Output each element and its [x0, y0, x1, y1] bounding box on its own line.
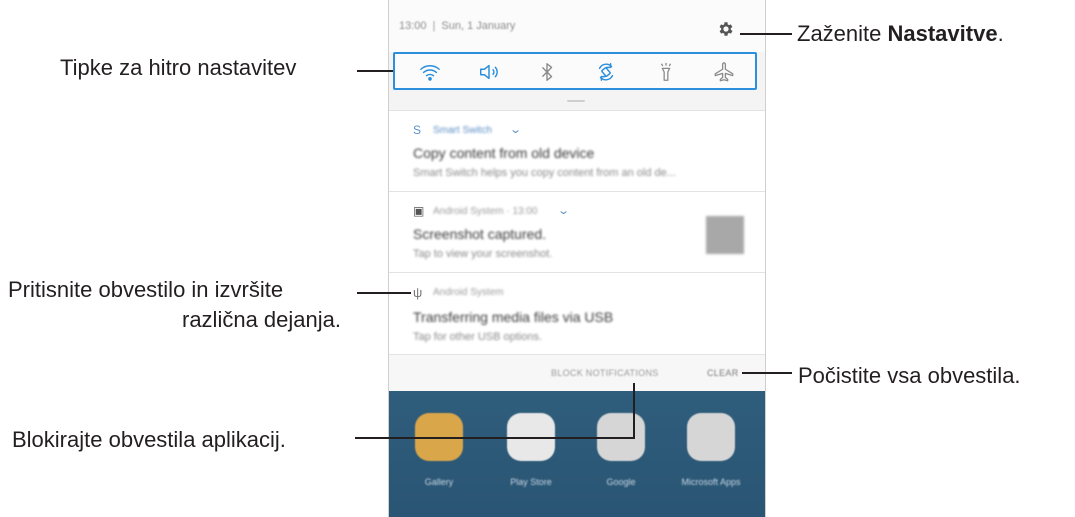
microsoft-apps-folder-icon[interactable]: [687, 413, 735, 461]
status-datetime: 13:00 | Sun, 1 January: [399, 20, 516, 32]
notification-app-name: Android System · 13:00: [433, 206, 538, 217]
callout-tap-notification-line1: Pritisnite obvestilo in izvršite: [8, 277, 284, 302]
notification-screenshot[interactable]: ▣ Android System · 13:00 ⌄ Screenshot ca…: [389, 191, 765, 272]
notification-text: Tap to view your screenshot.: [413, 248, 553, 260]
screenshot-thumbnail: [706, 216, 744, 254]
callout-line-block-app: [355, 437, 635, 439]
callout-quick-settings: Tipke za hitro nastavitev: [60, 55, 297, 80]
app-label: Microsoft Apps: [681, 477, 741, 487]
flashlight-icon[interactable]: [655, 61, 677, 83]
callout-line-settings: [740, 33, 792, 35]
callout-line-block-app-vertical: [633, 383, 635, 439]
airplane-mode-icon[interactable]: [713, 61, 735, 83]
notification-title: Copy content from old device: [413, 145, 595, 161]
sound-icon[interactable]: [478, 61, 500, 83]
settings-gear-icon[interactable]: [717, 20, 735, 38]
home-screen: Gallery Play Store Google Microsoft Apps: [389, 391, 765, 517]
notification-panel: 13:00 | Sun, 1 January S Smart Switch ⌄ C: [389, 0, 765, 517]
notification-title: Transferring media files via USB: [413, 309, 614, 325]
panel-header: 13:00 | Sun, 1 January: [389, 0, 765, 52]
app-label: Google: [606, 477, 636, 487]
callout-text: Zaženite: [797, 21, 888, 46]
status-time: 13:00: [399, 20, 427, 32]
notification-text: Tap for other USB options.: [413, 331, 543, 343]
quick-settings-bar: [393, 52, 757, 90]
auto-rotate-icon[interactable]: [595, 61, 617, 83]
image-icon: ▣: [413, 204, 425, 218]
callout-bold-text: Nastavitve: [887, 21, 998, 46]
app-label: Gallery: [424, 477, 454, 487]
notification-app-name: Android System: [433, 287, 504, 298]
status-date: Sun, 1 January: [441, 20, 516, 32]
callout-text: .: [997, 21, 1004, 46]
callout-block-app: Blokirajte obvestila aplikacij.: [12, 427, 286, 452]
wifi-icon[interactable]: [419, 61, 441, 83]
callout-clear-all: Počistite vsa obvestila.: [798, 363, 1021, 388]
expand-chevron-icon[interactable]: ⌄: [509, 123, 522, 136]
notification-actions: BLOCK NOTIFICATIONS CLEAR: [389, 354, 765, 391]
callout-line-tap-notification: [357, 292, 411, 294]
callout-launch-settings: Zaženite Nastavitve.: [797, 20, 1004, 48]
panel-drag-handle[interactable]: [567, 100, 585, 102]
usb-icon: ψ: [413, 285, 423, 300]
callout-line-clear-all: [742, 372, 792, 374]
smart-switch-icon: S: [413, 123, 422, 137]
notification-text: Smart Switch helps you copy content from…: [413, 167, 676, 179]
notification-usb[interactable]: ψ Android System Transferring media file…: [389, 272, 765, 355]
notification-smart-switch[interactable]: S Smart Switch ⌄ Copy content from old d…: [389, 110, 765, 191]
callout-tap-notification-line2: različna dejanja.: [182, 307, 341, 332]
expand-chevron-icon[interactable]: ⌄: [557, 204, 570, 217]
notification-title: Screenshot captured.: [413, 226, 547, 242]
block-notifications-button[interactable]: BLOCK NOTIFICATIONS: [551, 368, 659, 378]
clear-button[interactable]: CLEAR: [707, 368, 739, 378]
app-label: Play Store: [510, 477, 552, 487]
bluetooth-icon[interactable]: [536, 61, 558, 83]
notification-app-name: Smart Switch: [433, 125, 492, 136]
callout-line-quick-settings: [357, 70, 393, 72]
